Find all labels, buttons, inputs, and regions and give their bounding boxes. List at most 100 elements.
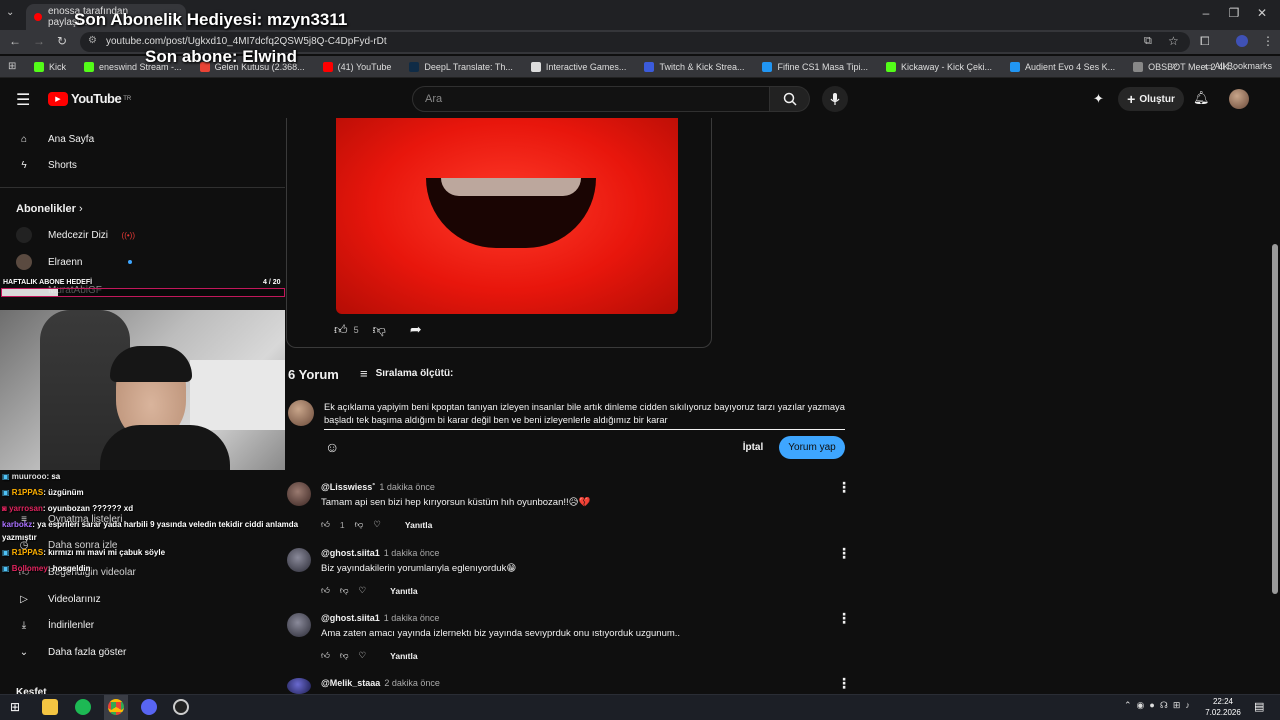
scrollbar-thumb[interactable]	[1272, 244, 1278, 594]
sidebar-item-show-more[interactable]: ⌄ Daha fazla göster	[0, 640, 285, 664]
bookmark-item[interactable]: (41) YouTube	[322, 61, 391, 72]
create-button[interactable]: + Oluştur	[1118, 87, 1184, 111]
dislike-icon[interactable]: 👎︎	[340, 585, 349, 596]
youtube-logo[interactable]: ▶ YouTube TR	[48, 91, 131, 106]
comment-avatar[interactable]	[287, 482, 311, 506]
chat-message-cont: yazmıştır	[2, 533, 37, 542]
window-close-icon[interactable]: ✕	[1252, 6, 1272, 20]
comment-menu-icon[interactable]: ⋮	[837, 611, 851, 625]
comment-avatar[interactable]	[287, 678, 311, 694]
reply-button[interactable]: Yanıtla	[390, 651, 417, 661]
notifications-bell-icon[interactable]: 🔔︎	[1193, 90, 1210, 106]
dislike-icon[interactable]: 👎︎	[340, 650, 349, 661]
discord-icon[interactable]	[141, 699, 157, 715]
dislike-icon[interactable]: 👎︎	[373, 322, 386, 338]
menu-hamburger-icon[interactable]: ☰	[16, 90, 30, 110]
search-input[interactable]: Ara	[412, 86, 770, 112]
file-explorer-icon[interactable]	[42, 699, 58, 715]
comment-menu-icon[interactable]: ⋮	[837, 480, 851, 494]
dislike-icon[interactable]: 👎︎	[355, 519, 364, 530]
bookmark-item[interactable]: Interactive Games...	[530, 61, 626, 72]
sidebar-sub-item[interactable]: Elraenn	[0, 250, 285, 274]
tab-search-icon[interactable]: ⌄	[6, 7, 14, 18]
like-icon[interactable]: 👍︎	[334, 322, 348, 338]
home-icon: ⌂	[20, 133, 28, 145]
restore-icon[interactable]: ❐	[1224, 6, 1244, 20]
notification-center-icon[interactable]: ▤	[1254, 700, 1264, 713]
channel-avatar	[16, 227, 32, 243]
sidebar-item-home[interactable]: ⌂ Ana Sayfa	[0, 127, 285, 151]
back-icon[interactable]: ←	[9, 34, 21, 48]
gemini-sparkle-icon[interactable]: ✦	[1093, 91, 1104, 107]
reload-icon[interactable]: ↻	[57, 34, 67, 48]
taskbar-clock[interactable]: 22:24 7.02.2026	[1200, 696, 1246, 718]
live-icon: ((•))	[121, 230, 135, 240]
sidebar-item-downloads[interactable]: ⤓ İndirilenler	[0, 613, 285, 637]
sub-goal-bar	[1, 288, 285, 297]
more-bookmarks-icon[interactable]: »	[1172, 60, 1178, 71]
comment-actions: 👍︎ 👎︎ ♡ Yanıtla	[321, 585, 418, 596]
bookmark-item[interactable]: Fifine CS1 Masa Tipi...	[762, 61, 868, 72]
submit-comment-button[interactable]: Yorum yap	[779, 436, 845, 459]
forward-icon[interactable]: →	[33, 34, 45, 48]
bookmark-item[interactable]: DeepL Translate: Th...	[409, 61, 513, 72]
bookmark-item[interactable]: Kick	[34, 61, 66, 72]
sort-button[interactable]: ≡ Sıralama ölçütü:	[360, 366, 453, 381]
sidebar-item-your-videos[interactable]: ▷ Videolarınız	[0, 587, 285, 611]
profile-avatar[interactable]	[1236, 35, 1248, 47]
cancel-button[interactable]: İptal	[735, 436, 771, 458]
emoji-icon[interactable]: ☺	[325, 439, 339, 455]
heart-icon[interactable]: ♡	[359, 650, 367, 661]
youtube-favicon-icon	[34, 13, 42, 21]
account-avatar[interactable]	[1229, 89, 1249, 109]
badge-icon: ▣	[2, 564, 10, 573]
windows-start-icon[interactable]: ⊞	[10, 700, 20, 714]
sidebar-item-shorts[interactable]: ϟ Shorts	[0, 153, 285, 177]
all-bookmarks-button[interactable]: ▭ All Bookmarks	[1204, 61, 1272, 72]
share-icon[interactable]: ➦	[410, 321, 422, 338]
search-button[interactable]	[770, 86, 810, 112]
comment-author-line: @Melik_staaa 2 dakika önce	[321, 678, 440, 688]
post-actions: 👍︎ 5 👎︎ ➦	[334, 321, 422, 338]
comment-avatar[interactable]	[287, 613, 311, 637]
bookmark-item[interactable]: Audient Evo 4 Ses K...	[1010, 61, 1115, 72]
streamer-hair	[110, 346, 192, 382]
browser-menu-icon[interactable]: ⋮	[1262, 34, 1274, 48]
post-like-count: 5	[353, 324, 359, 335]
heart-icon[interactable]: ♡	[373, 519, 381, 530]
extensions-icon[interactable]: ⧠	[1200, 34, 1210, 49]
reply-button[interactable]: Yanıtla	[405, 520, 432, 530]
system-tray-icons[interactable]: ⌃◉●☊⊞♪	[1124, 700, 1195, 711]
comment-menu-icon[interactable]: ⋮	[837, 676, 851, 690]
sub-goal-fill	[2, 289, 59, 296]
obs-icon[interactable]	[173, 699, 189, 715]
chat-message: ▣ muurooo: sa	[2, 472, 61, 481]
apps-grid-icon[interactable]: ⊞	[8, 61, 16, 72]
site-info-icon[interactable]: ⚙	[88, 35, 97, 46]
comment-author-line: @Lisswiess˚ 1 dakika önce	[321, 482, 435, 492]
bookmark-item[interactable]: Kickaway - Kick Çeki...	[886, 61, 992, 72]
comment-avatar[interactable]	[287, 548, 311, 572]
sparkle-icon: ˚	[372, 482, 376, 492]
minimize-icon[interactable]: –	[1196, 6, 1216, 20]
heart-icon[interactable]: ♡	[359, 585, 367, 596]
subscriptions-header[interactable]: Abonelikler ›	[16, 203, 83, 215]
stream-icon	[644, 61, 655, 72]
comment-author-line: @ghost.siita1 1 dakika önce	[321, 613, 440, 623]
reply-button[interactable]: Yanıtla	[390, 586, 417, 596]
bookmark-item[interactable]: Twitch & Kick Strea...	[644, 61, 744, 72]
comment-menu-icon[interactable]: ⋮	[837, 546, 851, 560]
sidebar-sub-item[interactable]: Medcezir Dizi ((•))	[0, 223, 285, 247]
like-icon[interactable]: 👍︎	[321, 519, 330, 530]
comment-input[interactable]: Ek açıklama yapiyim beni kpoptan tanıyan…	[324, 401, 846, 427]
bookmark-star-icon[interactable]: ☆	[1168, 34, 1179, 48]
like-icon[interactable]: 👍︎	[321, 650, 330, 661]
post-image[interactable]	[336, 118, 678, 314]
voice-search-button[interactable]	[822, 86, 848, 112]
deepl-icon	[409, 61, 420, 72]
chrome-icon[interactable]	[108, 699, 124, 715]
like-icon[interactable]: 👍︎	[321, 585, 330, 596]
install-app-icon[interactable]: ⧉	[1144, 35, 1152, 48]
spotify-icon[interactable]	[75, 699, 91, 715]
last-gift-sub-overlay: Son Abonelik Hediyesi: mzyn3311	[74, 10, 348, 29]
